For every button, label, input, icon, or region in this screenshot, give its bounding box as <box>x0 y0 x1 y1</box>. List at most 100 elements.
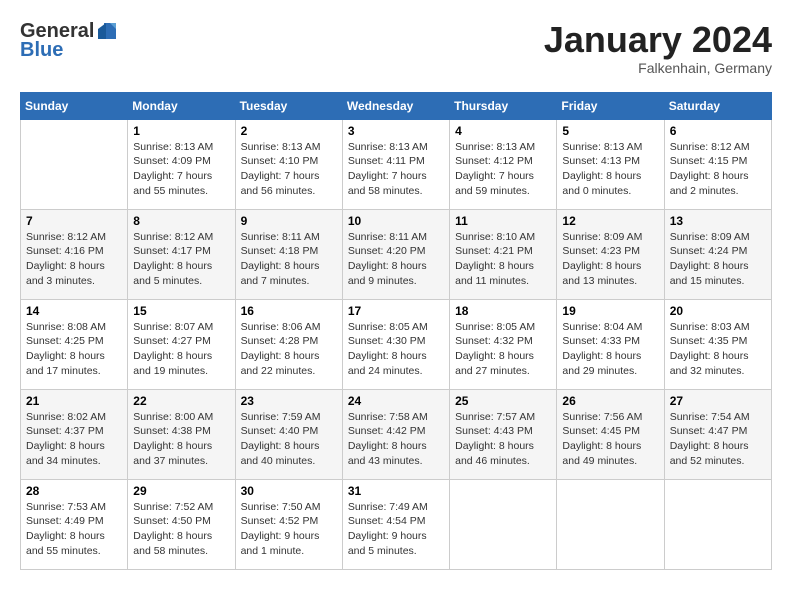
day-info: Sunrise: 8:05 AM Sunset: 4:32 PM Dayligh… <box>455 320 551 379</box>
day-info: Sunrise: 8:13 AM Sunset: 4:13 PM Dayligh… <box>562 140 658 199</box>
calendar-cell: 7 Sunrise: 8:12 AM Sunset: 4:16 PM Daylig… <box>21 209 128 299</box>
day-info: Sunrise: 8:04 AM Sunset: 4:33 PM Dayligh… <box>562 320 658 379</box>
day-number: 25 <box>455 394 551 408</box>
calendar-cell: 30 Sunrise: 7:50 AM Sunset: 4:52 PM Dayli… <box>235 479 342 569</box>
day-info: Sunrise: 8:13 AM Sunset: 4:12 PM Dayligh… <box>455 140 551 199</box>
day-info: Sunrise: 8:12 AM Sunset: 4:17 PM Dayligh… <box>133 230 229 289</box>
calendar-cell <box>557 479 664 569</box>
weekday-header: Monday <box>128 92 235 119</box>
calendar-week-row: 7 Sunrise: 8:12 AM Sunset: 4:16 PM Daylig… <box>21 209 772 299</box>
calendar-cell: 19 Sunrise: 8:04 AM Sunset: 4:33 PM Dayli… <box>557 299 664 389</box>
calendar-week-row: 28 Sunrise: 7:53 AM Sunset: 4:49 PM Dayli… <box>21 479 772 569</box>
calendar-header-row: SundayMondayTuesdayWednesdayThursdayFrid… <box>21 92 772 119</box>
calendar-cell: 27 Sunrise: 7:54 AM Sunset: 4:47 PM Dayli… <box>664 389 771 479</box>
day-number: 10 <box>348 214 444 228</box>
calendar-cell: 2Sunrise: 8:13 AM Sunset: 4:10 PM Daylig… <box>235 119 342 209</box>
weekday-header: Saturday <box>664 92 771 119</box>
day-info: Sunrise: 8:11 AM Sunset: 4:18 PM Dayligh… <box>241 230 337 289</box>
day-info: Sunrise: 8:12 AM Sunset: 4:16 PM Dayligh… <box>26 230 122 289</box>
day-info: Sunrise: 7:49 AM Sunset: 4:54 PM Dayligh… <box>348 500 444 559</box>
day-number: 16 <box>241 304 337 318</box>
weekday-header: Wednesday <box>342 92 449 119</box>
day-number: 20 <box>670 304 766 318</box>
calendar-cell: 6 Sunrise: 8:12 AM Sunset: 4:15 PM Daylig… <box>664 119 771 209</box>
calendar-cell: 31 Sunrise: 7:49 AM Sunset: 4:54 PM Dayli… <box>342 479 449 569</box>
day-info: Sunrise: 8:12 AM Sunset: 4:15 PM Dayligh… <box>670 140 766 199</box>
day-info: Sunrise: 8:11 AM Sunset: 4:20 PM Dayligh… <box>348 230 444 289</box>
day-number: 7 <box>26 214 122 228</box>
weekday-header: Tuesday <box>235 92 342 119</box>
day-number: 8 <box>133 214 229 228</box>
day-number: 30 <box>241 484 337 498</box>
day-info: Sunrise: 8:09 AM Sunset: 4:23 PM Dayligh… <box>562 230 658 289</box>
day-number: 18 <box>455 304 551 318</box>
day-info: Sunrise: 8:13 AM Sunset: 4:11 PM Dayligh… <box>348 140 444 199</box>
calendar-cell: 9Sunrise: 8:11 AM Sunset: 4:18 PM Daylig… <box>235 209 342 299</box>
calendar-cell: 10 Sunrise: 8:11 AM Sunset: 4:20 PM Dayli… <box>342 209 449 299</box>
calendar-cell: 28 Sunrise: 7:53 AM Sunset: 4:49 PM Dayli… <box>21 479 128 569</box>
day-info: Sunrise: 7:56 AM Sunset: 4:45 PM Dayligh… <box>562 410 658 469</box>
calendar-cell: 25 Sunrise: 7:57 AM Sunset: 4:43 PM Dayli… <box>450 389 557 479</box>
calendar-cell: 5Sunrise: 8:13 AM Sunset: 4:13 PM Daylig… <box>557 119 664 209</box>
day-number: 6 <box>670 124 766 138</box>
day-info: Sunrise: 7:54 AM Sunset: 4:47 PM Dayligh… <box>670 410 766 469</box>
day-number: 15 <box>133 304 229 318</box>
day-number: 29 <box>133 484 229 498</box>
day-info: Sunrise: 8:13 AM Sunset: 4:09 PM Dayligh… <box>133 140 229 199</box>
day-number: 11 <box>455 214 551 228</box>
calendar-week-row: 21Sunrise: 8:02 AM Sunset: 4:37 PM Dayli… <box>21 389 772 479</box>
calendar-cell: 26 Sunrise: 7:56 AM Sunset: 4:45 PM Dayli… <box>557 389 664 479</box>
day-number: 24 <box>348 394 444 408</box>
day-number: 12 <box>562 214 658 228</box>
calendar-cell: 23Sunrise: 7:59 AM Sunset: 4:40 PM Dayli… <box>235 389 342 479</box>
day-number: 28 <box>26 484 122 498</box>
calendar-table: SundayMondayTuesdayWednesdayThursdayFrid… <box>20 92 772 570</box>
calendar-cell: 8 Sunrise: 8:12 AM Sunset: 4:17 PM Daylig… <box>128 209 235 299</box>
day-info: Sunrise: 8:06 AM Sunset: 4:28 PM Dayligh… <box>241 320 337 379</box>
day-info: Sunrise: 8:02 AM Sunset: 4:37 PM Dayligh… <box>26 410 122 469</box>
day-info: Sunrise: 8:05 AM Sunset: 4:30 PM Dayligh… <box>348 320 444 379</box>
day-number: 17 <box>348 304 444 318</box>
calendar-cell: 20 Sunrise: 8:03 AM Sunset: 4:35 PM Dayli… <box>664 299 771 389</box>
day-info: Sunrise: 8:03 AM Sunset: 4:35 PM Dayligh… <box>670 320 766 379</box>
day-info: Sunrise: 7:57 AM Sunset: 4:43 PM Dayligh… <box>455 410 551 469</box>
day-number: 27 <box>670 394 766 408</box>
title-block: January 2024 Falkenhain, Germany <box>544 20 772 76</box>
day-info: Sunrise: 8:10 AM Sunset: 4:21 PM Dayligh… <box>455 230 551 289</box>
weekday-header: Friday <box>557 92 664 119</box>
day-info: Sunrise: 8:07 AM Sunset: 4:27 PM Dayligh… <box>133 320 229 379</box>
calendar-cell: 14Sunrise: 8:08 AM Sunset: 4:25 PM Dayli… <box>21 299 128 389</box>
calendar-cell: 12 Sunrise: 8:09 AM Sunset: 4:23 PM Dayli… <box>557 209 664 299</box>
calendar-cell <box>21 119 128 209</box>
weekday-header: Thursday <box>450 92 557 119</box>
day-info: Sunrise: 8:13 AM Sunset: 4:10 PM Dayligh… <box>241 140 337 199</box>
day-number: 26 <box>562 394 658 408</box>
calendar-cell: 18 Sunrise: 8:05 AM Sunset: 4:32 PM Dayli… <box>450 299 557 389</box>
calendar-cell: 4 Sunrise: 8:13 AM Sunset: 4:12 PM Daylig… <box>450 119 557 209</box>
month-title: January 2024 <box>544 20 772 60</box>
calendar-cell: 21Sunrise: 8:02 AM Sunset: 4:37 PM Dayli… <box>21 389 128 479</box>
calendar-cell: 22Sunrise: 8:00 AM Sunset: 4:38 PM Dayli… <box>128 389 235 479</box>
day-number: 13 <box>670 214 766 228</box>
day-info: Sunrise: 7:52 AM Sunset: 4:50 PM Dayligh… <box>133 500 229 559</box>
day-info: Sunrise: 7:50 AM Sunset: 4:52 PM Dayligh… <box>241 500 337 559</box>
day-info: Sunrise: 8:00 AM Sunset: 4:38 PM Dayligh… <box>133 410 229 469</box>
day-number: 19 <box>562 304 658 318</box>
day-number: 31 <box>348 484 444 498</box>
calendar-cell <box>664 479 771 569</box>
weekday-header: Sunday <box>21 92 128 119</box>
calendar-cell <box>450 479 557 569</box>
calendar-cell: 16 Sunrise: 8:06 AM Sunset: 4:28 PM Dayli… <box>235 299 342 389</box>
logo: General Blue <box>20 20 118 62</box>
day-info: Sunrise: 7:58 AM Sunset: 4:42 PM Dayligh… <box>348 410 444 469</box>
logo-icon <box>96 21 118 43</box>
day-info: Sunrise: 7:53 AM Sunset: 4:49 PM Dayligh… <box>26 500 122 559</box>
day-number: 14 <box>26 304 122 318</box>
day-number: 4 <box>455 124 551 138</box>
calendar-cell: 29 Sunrise: 7:52 AM Sunset: 4:50 PM Dayli… <box>128 479 235 569</box>
day-number: 3 <box>348 124 444 138</box>
page-header: General Blue January 2024 Falkenhain, Ge… <box>20 20 772 76</box>
day-number: 1 <box>133 124 229 138</box>
day-info: Sunrise: 7:59 AM Sunset: 4:40 PM Dayligh… <box>241 410 337 469</box>
location: Falkenhain, Germany <box>544 60 772 76</box>
